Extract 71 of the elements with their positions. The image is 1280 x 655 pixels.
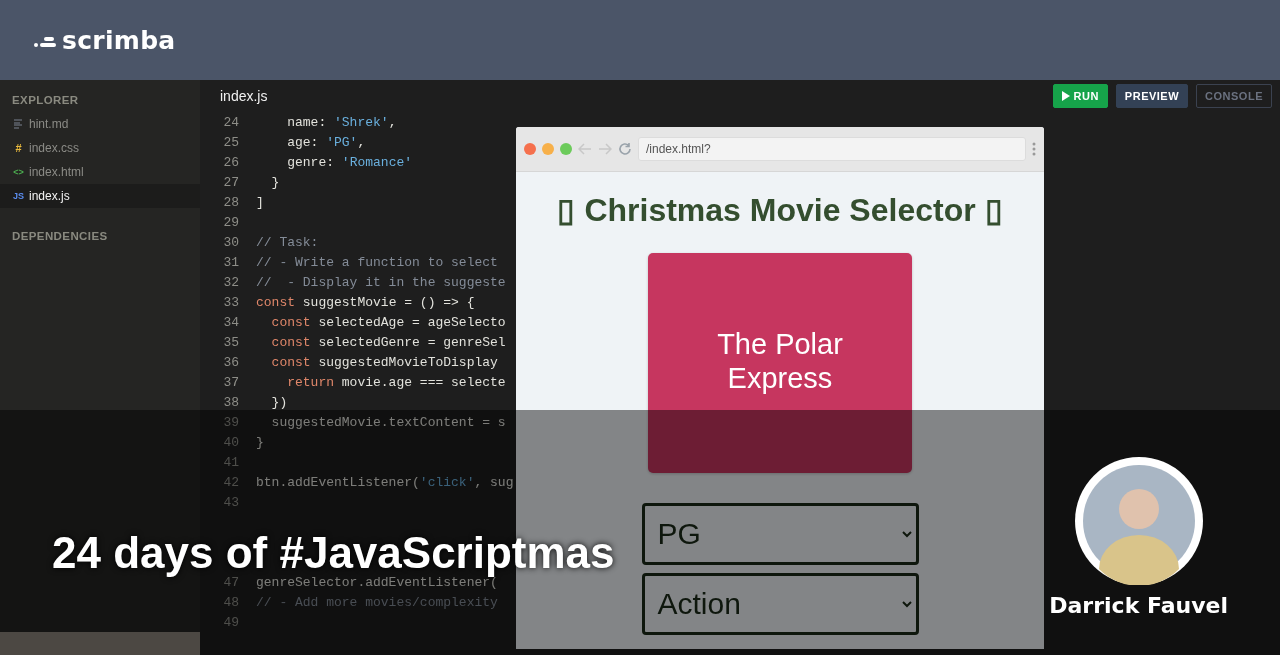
- js-icon: JS: [13, 191, 24, 201]
- file-item[interactable]: # index.css: [0, 136, 200, 160]
- line-number: 27: [222, 174, 239, 190]
- line-number: 39: [222, 414, 239, 430]
- code-line: const suggestMovie = () => {: [256, 294, 475, 310]
- play-icon: [1061, 91, 1070, 101]
- line-number: 25: [222, 134, 239, 150]
- line-number: 36: [222, 354, 239, 370]
- line-number: 48: [222, 594, 239, 610]
- line-number: 24: [222, 114, 239, 130]
- line-number: 33: [222, 294, 239, 310]
- back-icon[interactable]: [578, 143, 592, 155]
- code-line: const selectedAge = ageSelecto: [270, 314, 506, 330]
- forward-icon[interactable]: [598, 143, 612, 155]
- code-line: // Task:: [256, 234, 319, 250]
- code-line: ]: [256, 194, 264, 210]
- panel-button[interactable]: PREVIEW: [1115, 84, 1189, 108]
- minimize-dot[interactable]: [542, 143, 554, 155]
- address-field[interactable]: /index.html?: [638, 137, 1026, 161]
- line-number: 41: [222, 454, 239, 470]
- line-number: 38: [222, 394, 239, 410]
- dropdown[interactable]: Action: [641, 573, 919, 635]
- code-line: const selectedGenre = genreSel: [270, 334, 506, 350]
- line-number: 29: [222, 214, 239, 230]
- line-number: 31: [222, 254, 239, 270]
- code-line: suggestedMovie.textContent = s: [270, 414, 506, 430]
- line-number: 28: [222, 194, 239, 210]
- movie-title: The Polar Express: [716, 327, 844, 395]
- line-number: 34: [222, 314, 239, 330]
- section-title: DEPENDENCIES: [11, 229, 109, 244]
- logo[interactable]: scrimba: [62, 25, 176, 55]
- menu-icon[interactable]: [1032, 142, 1036, 156]
- maximize-dot[interactable]: [560, 143, 572, 155]
- code-line: genre: 'Romance': [286, 154, 413, 170]
- dropdown[interactable]: PG: [641, 503, 919, 565]
- line-number: 35: [222, 334, 239, 350]
- code-line: }): [270, 394, 288, 410]
- line-number: 32: [222, 274, 239, 290]
- file-item[interactable]: <> index.html: [0, 160, 200, 184]
- file-item[interactable]: JS index.js: [0, 184, 200, 208]
- code-line: btn.addEventListener('click', sug: [256, 474, 514, 490]
- code-line: // - Write a function to select: [256, 254, 498, 270]
- chevron-icon: [901, 530, 912, 538]
- code-line: age: 'PG',: [286, 134, 366, 150]
- file-item[interactable]: hint.md: [0, 112, 200, 136]
- code-line: }: [256, 434, 264, 450]
- chevron-icon: [901, 600, 912, 608]
- author-name: Darrick Fauvel: [1049, 593, 1228, 618]
- file-tab[interactable]: index.js: [220, 88, 268, 104]
- line-number: 47: [222, 574, 239, 590]
- line-number: 40: [222, 434, 239, 450]
- code-line: }: [270, 174, 280, 190]
- close-dot[interactable]: [524, 143, 536, 155]
- code-line: return movie.age === selecte: [286, 374, 506, 390]
- text-lines-icon: [13, 119, 24, 129]
- reload-icon[interactable]: [618, 142, 632, 156]
- code-line: // - Display it in the suggeste: [256, 274, 506, 290]
- banner-title: 24 days of #JavaScriptmas: [52, 527, 615, 577]
- line-number: 30: [222, 234, 239, 250]
- line-number: 49: [222, 614, 239, 630]
- line-number: 43: [222, 494, 239, 510]
- code-icon: <>: [13, 167, 24, 177]
- section-title: EXPLORER: [11, 93, 80, 108]
- code-line: const suggestedMovieToDisplay: [270, 354, 498, 370]
- code-line: // - Add more movies/complexity: [256, 594, 498, 610]
- page-heading: ▯ Christmas Movie Selector ▯: [557, 191, 1003, 229]
- line-number: 42: [222, 474, 239, 490]
- code-line: name: 'Shrek',: [286, 114, 397, 130]
- hash-icon: #: [13, 142, 24, 154]
- line-number: 26: [222, 154, 239, 170]
- line-number: 37: [222, 374, 239, 390]
